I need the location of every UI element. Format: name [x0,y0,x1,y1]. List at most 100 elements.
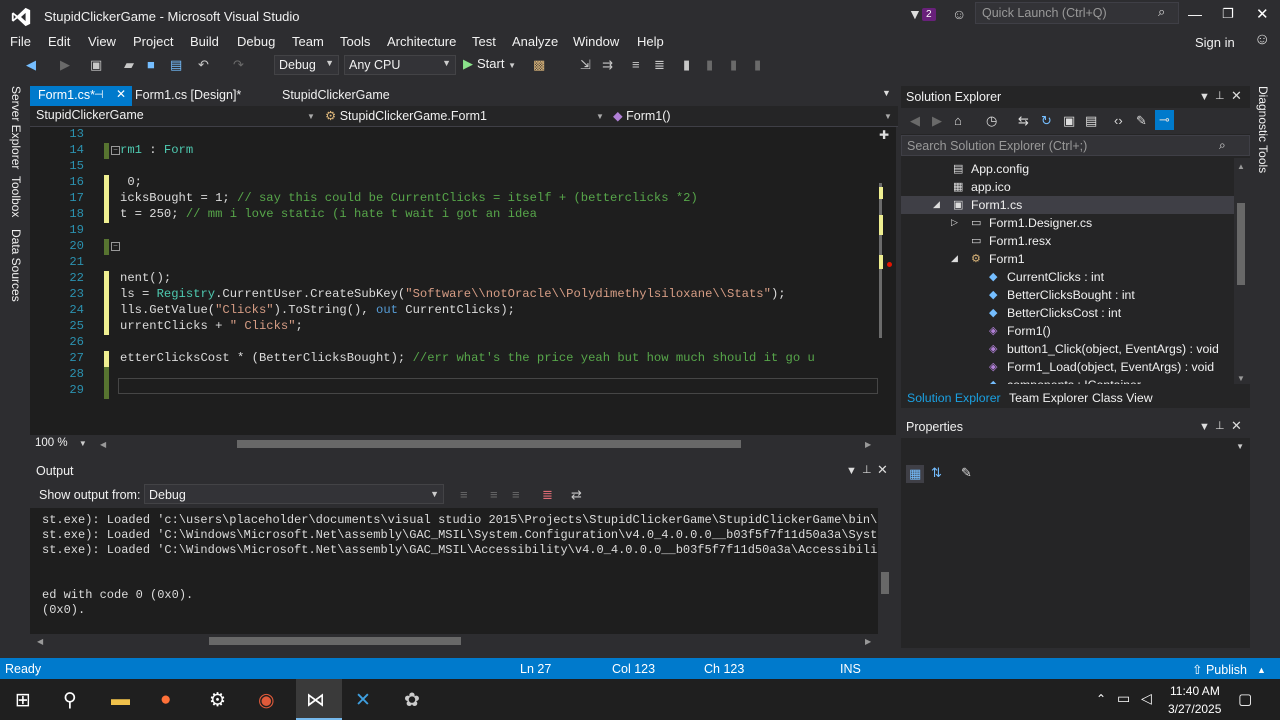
menu-help[interactable]: Help [637,34,664,49]
clock-time[interactable]: 11:40 AM [1170,684,1220,698]
collapse-region-icon[interactable]: − [111,242,120,251]
tree-item[interactable]: ◢ ⚙ Form1 [901,250,1234,268]
scroll-left-icon[interactable]: ◀ [100,440,106,449]
view-code-icon[interactable]: ‹› [1114,113,1123,128]
tree-item[interactable]: ◆ BetterClicksCost : int [901,304,1234,322]
tree-item[interactable]: ◈ button1_Click(object, EventArgs) : void [901,340,1234,358]
pin-icon[interactable]: ⊥ [862,463,872,476]
home-icon[interactable]: ⌂ [954,113,962,128]
clear-all-icon[interactable]: ≣ [542,487,553,503]
tab-overflow-icon[interactable]: ▼ [882,88,891,98]
file-explorer-icon[interactable]: ▬ [111,689,130,711]
feedback-icon[interactable]: ☺ [952,6,966,22]
prev-bookmark-icon[interactable]: ▮ [706,57,713,73]
panel-menu-icon[interactable]: ▼ [846,465,857,477]
code-line[interactable]: 13 [30,127,878,143]
menu-architecture[interactable]: Architecture [387,34,456,49]
tab-class-view[interactable]: Class View [1092,391,1153,405]
redo-icon[interactable]: ↷ [233,57,244,73]
open-file-icon[interactable]: ▰ [124,57,134,73]
firefox-icon[interactable]: ● [160,689,171,711]
property-pages-icon[interactable]: ✎ [961,465,972,481]
output-scroll-thumb[interactable] [881,572,889,594]
sign-in-link[interactable]: Sign in [1195,35,1235,50]
volume-mute-icon[interactable]: ◁ [1141,690,1152,707]
data-sources-tab[interactable]: Data Sources [9,229,23,302]
server-explorer-tab[interactable]: Server Explorer [9,86,23,169]
quick-launch-input[interactable]: Quick Launch (Ctrl+Q) [975,2,1179,24]
output-vertical-scrollbar[interactable] [878,508,896,634]
visual-studio-icon[interactable]: ⋈ [306,689,325,712]
code-app-icon[interactable]: ✕ [355,689,371,712]
code-line[interactable]: 21 [30,255,878,271]
tree-item[interactable]: ◆ components : IContainer [901,376,1234,384]
menu-build[interactable]: Build [190,34,219,49]
settings-gear-icon[interactable]: ⚙ [209,689,226,712]
code-line[interactable]: 27 etterClicksCost * (BetterClicksBought)… [30,351,878,367]
close-icon[interactable]: ✕ [877,462,888,478]
scroll-up-icon[interactable]: ▲ [1237,162,1245,171]
member-nav-dropdown[interactable]: ◆ Form1() [613,108,671,123]
code-line[interactable]: 15 [30,159,878,175]
code-line[interactable]: 18 t = 250; // mm i love static (i hate t… [30,207,878,223]
output-source-dropdown[interactable]: Debug ▼ [144,484,444,504]
prev-message-icon[interactable]: ≡ [490,487,498,502]
show-all-files-icon[interactable]: ▤ [1085,113,1097,129]
code-line[interactable]: 19 [30,223,878,239]
code-line[interactable]: 25 urrentClicks + " Clicks"; [30,319,878,335]
show-hidden-icons-icon[interactable]: ⌃ [1096,692,1106,706]
class-nav-dropdown[interactable]: ⚙ StupidClickerGame.Form1 [325,108,487,123]
account-icon[interactable]: ☺ [1254,31,1270,49]
diagnostic-tools-tab[interactable]: Diagnostic Tools [1256,86,1270,173]
search-icon[interactable]: ⌕ [1219,138,1226,153]
close-icon[interactable]: ✕ [1231,418,1242,434]
back-icon[interactable]: ◀ [910,113,920,129]
history-icon[interactable]: ◷ [986,113,997,129]
close-button[interactable]: ✕ [1256,5,1269,23]
forward-icon[interactable]: ▶ [60,57,70,73]
windows-start-icon[interactable]: ⊞ [15,689,31,712]
tree-item[interactable]: ◈ Form1_Load(object, EventArgs) : void [901,358,1234,376]
clear-bookmarks-icon[interactable]: ▮ [754,57,761,73]
scroll-right-icon[interactable]: ▶ [865,440,871,449]
close-icon[interactable]: ✕ [1231,88,1242,104]
tab-solution-explorer[interactable]: Solution Explorer [907,391,1001,405]
refresh-icon[interactable]: ↻ [1041,113,1052,129]
properties-wrench-icon[interactable]: ✎ [1136,113,1147,129]
find-message-icon[interactable]: ≡ [460,487,468,502]
tab-team-explorer[interactable]: Team Explorer [1009,391,1088,405]
code-line[interactable]: 16 0; [30,175,878,191]
minimize-button[interactable]: — [1188,6,1202,22]
next-message-icon[interactable]: ≡ [512,487,520,502]
tree-item[interactable]: ◆ BetterClicksBought : int [901,286,1234,304]
pin-icon[interactable]: ⊥ [1215,419,1225,432]
gimp-icon[interactable]: ✿ [404,689,420,712]
collapse-icon[interactable]: ◢ [951,253,958,264]
tree-item[interactable]: ▦ app.ico [901,178,1234,196]
code-line[interactable]: 20 − [30,239,878,255]
collapse-all-icon[interactable]: ▣ [1063,113,1075,129]
menu-team[interactable]: Team [292,34,324,49]
forward-icon[interactable]: ▶ [932,113,942,129]
menu-debug[interactable]: Debug [237,34,275,49]
zoom-dropdown[interactable]: 100 % ▼ [35,437,87,449]
output-text-area[interactable]: st.exe): Loaded 'c:\users\placeholder\do… [30,508,878,634]
chevron-down-icon[interactable]: ▼ [307,112,315,121]
search-icon[interactable]: ⚲ [63,689,77,712]
tree-item[interactable]: ▭ Form1.resx [901,232,1234,250]
menu-window[interactable]: Window [573,34,619,49]
comment-icon[interactable]: ≡ [632,57,640,72]
code-line[interactable]: 23 ls = Registry.CurrentUser.CreateSubKey… [30,287,878,303]
tree-item[interactable]: ◢ ▣ Form1.cs [901,196,1234,214]
sync-icon[interactable]: ⇆ [1018,113,1029,129]
code-line[interactable]: 22 nent(); [30,271,878,287]
tree-item[interactable]: ▤ App.config [901,160,1234,178]
toolbox-tab[interactable]: Toolbox [9,176,23,217]
tab-form1-cs[interactable]: Form1.cs* ⊣ ✕ [30,86,132,106]
browser-app-icon[interactable]: ◉ [258,689,275,712]
maximize-button[interactable]: ❐ [1222,6,1234,22]
scroll-right-icon[interactable]: ▶ [865,637,871,646]
menu-project[interactable]: Project [133,34,173,49]
panel-menu-icon[interactable]: ▼ [1199,91,1210,103]
tree-item[interactable]: ◆ CurrentClicks : int [901,268,1234,286]
